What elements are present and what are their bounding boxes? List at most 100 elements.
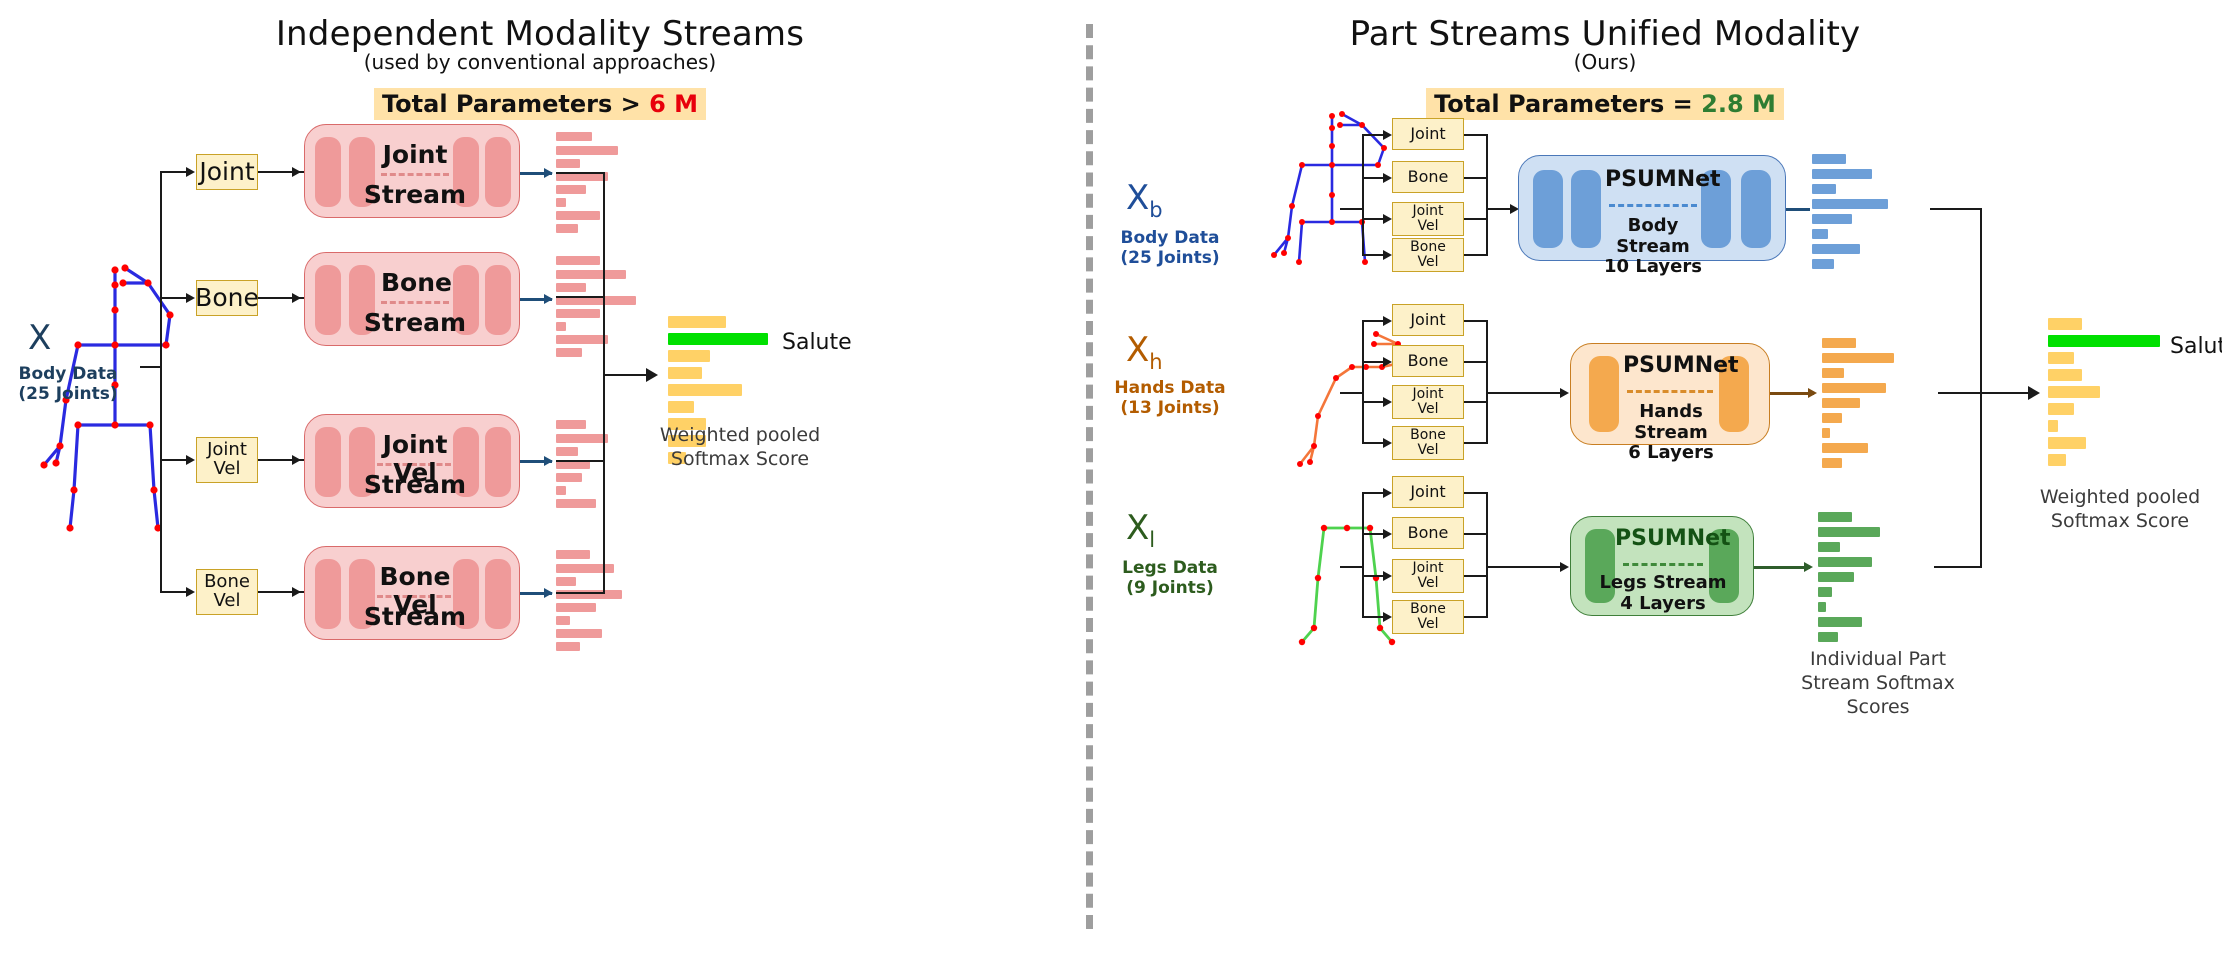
right-row-2-in-bus [1362,492,1365,616]
left-branch-arrow-2 [186,455,195,465]
left-stream-capsule-bone-vel: Bone Vel Stream [304,546,520,640]
right-row-0-merge-line-3 [1464,254,1488,257]
right-row-2-symbol: Xl [1126,508,1155,552]
right-row-0-modality-joint-label: Joint [1410,123,1446,143]
left-modality-joint-vel[interactable]: Joint Vel [196,437,258,483]
right-row-0-caption: Body Data (25 Joints) [1100,228,1240,269]
left-modality-bone-vel[interactable]: Bone Vel [196,569,258,615]
right-row-2-merge-line-3 [1464,616,1488,619]
right-row-0-merge-line-1 [1464,177,1488,180]
right-row-1-mod-arrow-0 [1383,316,1392,326]
left-softmax-bars-1 [556,256,676,357]
right-row-2-modality-bone-vel-label: Bone Vel [1410,601,1446,632]
right-row-1-symbol: Xh [1126,330,1163,374]
right-row-1-symbol-base: X [1126,330,1150,370]
left-stream-sub-joint: Stream [363,180,467,209]
right-agg-line-0 [1930,208,1982,211]
right-param-value: 2.8 M [1701,90,1776,118]
right-row-0-modality-joint-vel[interactable]: Joint Vel [1392,202,1464,236]
right-row-2-merge-line-2 [1464,575,1488,578]
right-row-2-modality-joint-vel-label: Joint Vel [1412,560,1444,591]
right-row-0-symbol-base: X [1126,178,1150,218]
right-row-2-merge-line-0 [1464,492,1488,495]
right-output-bars [2048,318,2188,466]
right-row-0-caption-line1: Body Data [1120,228,1220,248]
right-row-1-in-bus [1362,320,1365,442]
left-branch-arrow-1 [186,293,195,303]
right-row-2-modality-bone[interactable]: Bone [1392,517,1464,549]
left-stream-sub-bone-vel: Stream [363,602,467,631]
right-row-2-merge-bus [1486,492,1489,616]
right-row-2-out-line [1754,566,1810,569]
left-modality-joint[interactable]: Joint [196,154,258,190]
right-row-0-mod-arrow-0 [1383,130,1392,140]
right-row-0-mod-arrow-3 [1383,250,1392,260]
right-row-2-modality-joint-label: Joint [1410,481,1446,501]
right-individual-caption: Individual Part Stream Softmax Scores [1778,648,1978,719]
right-output-bar-4 [2048,386,2100,398]
right-output-caption-line1: Weighted pooled [2039,486,2201,508]
right-row-0-modality-bone-vel-label: Bone Vel [1410,239,1446,270]
left-stream-out-arrow-1 [544,294,553,304]
right-row-1-modality-bone[interactable]: Bone [1392,345,1464,377]
right-individual-caption-line2: Stream Softmax [1801,671,1955,694]
right-psumnet-body-stream: Body Stream [1616,215,1690,257]
right-output-bar-5 [2048,403,2074,415]
right-row-2-bars [1818,512,1928,642]
left-output-bar-0 [668,316,726,328]
left-output-caption-line1: Weighted pooled [659,424,821,446]
right-row-2-modality-bone-vel[interactable]: Bone Vel [1392,600,1464,634]
left-agg-line-3 [556,592,605,595]
right-agg-bus [1980,208,1983,568]
right-row-1-modality-joint[interactable]: Joint [1392,304,1464,336]
right-agg-line-2 [1934,566,1982,569]
right-row-2-mod-arrow-1 [1383,529,1392,539]
right-row-1-modality-joint-vel[interactable]: Joint Vel [1392,385,1464,419]
right-panel: Part Streams Unified Modality (Ours) Tot… [1100,0,2222,953]
left-total-parameters: Total Parameters > 6 M [0,88,1080,120]
left-input-caption: Body Data (25 Joints) [8,364,128,405]
right-panel-title: Part Streams Unified Modality [1349,14,1861,54]
right-row-1-caption-line1: Hands Data [1114,378,1226,398]
right-row-2-modality-joint-vel[interactable]: Joint Vel [1392,559,1464,593]
right-psumnet-legs: PSUMNet Legs Stream 4 Layers [1570,516,1754,616]
right-row-1-mod-arrow-3 [1383,438,1392,448]
left-softmax-bars-3 [556,550,676,651]
left-stream-out-arrow-2 [544,456,553,466]
left-branch-line-2 [160,459,186,462]
left-agg-bus [603,172,606,594]
right-psumnet-hands-stream: Hands Stream [1634,401,1708,443]
right-row-2-symbol-sub: l [1149,527,1156,552]
right-output-bar-3 [2048,369,2082,381]
right-row-1-modality-joint-vel-label: Joint Vel [1412,386,1444,417]
right-row-1-modality-bone-vel[interactable]: Bone Vel [1392,426,1464,460]
left-panel-subtitle: (used by conventional approaches) [363,50,717,74]
right-row-0-modality-bone-vel[interactable]: Bone Vel [1392,238,1464,272]
right-output-bar-7 [2048,437,2086,449]
right-psumnet-hands-title: PSUMNet [1623,353,1739,378]
right-row-2-mod-arrow-3 [1383,612,1392,622]
left-param-label: Total Parameters > [381,90,641,118]
right-agg-line-1 [1938,392,1982,395]
right-row-1-merge-line-0 [1464,320,1488,323]
right-row-0-modality-bone[interactable]: Bone [1392,161,1464,193]
right-param-label: Total Parameters = [1434,90,1693,118]
right-row-2-in-stub [1340,566,1364,569]
left-panel-title: Independent Modality Streams [275,14,805,54]
right-row-0-in-bus [1362,134,1365,254]
right-row-2-modality-joint[interactable]: Joint [1392,476,1464,508]
right-psumnet-legs-layers: 4 Layers [1620,592,1706,614]
right-psumnet-hands: PSUMNet Hands Stream 6 Layers [1570,343,1770,463]
right-psumnet-hands-sub: Hands Stream 6 Layers [1607,401,1735,464]
right-output-caption-line2: Softmax Score [2050,509,2190,532]
right-psumnet-body: PSUMNet Body Stream 10 Layers [1518,155,1786,277]
left-output-bar-4 [668,384,742,396]
right-output-bar-6 [2048,420,2058,432]
left-stream-title-joint: Joint [382,140,448,169]
left-to-stream-arrow-2 [292,455,301,465]
left-trunk-stub [140,366,162,369]
right-row-0-modality-joint[interactable]: Joint [1392,118,1464,150]
right-row-1-modality-joint-label: Joint [1410,309,1446,329]
panel-divider [1086,24,1093,929]
left-modality-bone[interactable]: Bone [195,280,259,316]
